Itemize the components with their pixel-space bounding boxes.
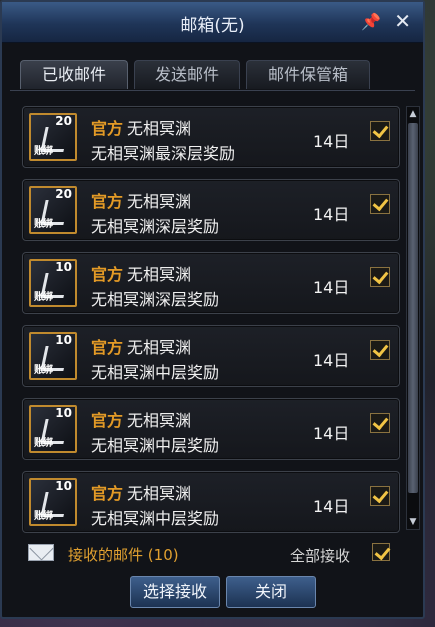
mail-sender: 官方 无相冥渊 <box>91 480 191 504</box>
mail-select-checkbox[interactable] <box>370 340 390 360</box>
reward-item-icon[interactable]: 10 账绑 <box>29 405 77 453</box>
received-count: (10) <box>147 546 179 564</box>
envelope-icon <box>28 544 54 561</box>
official-badge: 官方 <box>91 484 124 503</box>
select-receive-button[interactable]: 选择接收 <box>130 576 220 608</box>
tab-divider <box>10 90 415 91</box>
item-count: 10 <box>55 260 72 274</box>
account-bound-label: 账绑 <box>34 146 53 157</box>
mail-subject: 无相冥渊中层奖励 <box>91 436 220 455</box>
sender-name: 无相冥渊 <box>127 119 192 138</box>
item-count: 20 <box>55 114 72 128</box>
official-badge: 官方 <box>91 411 124 430</box>
reward-item-icon[interactable]: 10 账绑 <box>29 478 77 526</box>
received-label: 接收的邮件 <box>68 546 144 564</box>
tab-storage[interactable]: 邮件保管箱 <box>246 60 370 89</box>
accept-all-checkbox[interactable] <box>372 543 390 561</box>
sender-name: 无相冥渊 <box>127 338 192 357</box>
reward-item-icon[interactable]: 20 账绑 <box>29 186 77 234</box>
mail-sender: 官方 无相冥渊 <box>91 334 191 358</box>
mail-select-checkbox[interactable] <box>370 413 390 433</box>
mail-expiry: 14日 <box>313 424 350 443</box>
item-count: 10 <box>55 406 72 420</box>
mail-subject: 无相冥渊中层奖励 <box>91 363 220 382</box>
tab-received[interactable]: 已收邮件 <box>20 60 128 89</box>
item-count: 10 <box>55 333 72 347</box>
scroll-up-icon[interactable]: ▲ <box>407 108 419 120</box>
mail-subject: 无相冥渊深层奖励 <box>91 217 220 236</box>
mail-sender: 官方 无相冥渊 <box>91 188 191 212</box>
mail-subject: 无相冥渊最深层奖励 <box>91 144 236 163</box>
mail-item[interactable]: 10 账绑 官方 无相冥渊 无相冥渊中层奖励 14日 <box>22 398 400 460</box>
mail-expiry: 14日 <box>313 497 350 516</box>
official-badge: 官方 <box>91 338 124 357</box>
mailbox-window: 邮箱(无) 📌 ✕ 已收邮件 发送邮件 邮件保管箱 20 账绑 官方 无相冥渊 无… <box>0 0 425 619</box>
account-bound-label: 账绑 <box>34 511 53 522</box>
title-bar[interactable]: 邮箱(无) 📌 ✕ <box>2 2 423 43</box>
mail-expiry: 14日 <box>313 278 350 297</box>
account-bound-label: 账绑 <box>34 438 53 449</box>
mail-item[interactable]: 10 账绑 官方 无相冥渊 无相冥渊中层奖励 14日 <box>22 325 400 387</box>
account-bound-label: 账绑 <box>34 365 53 376</box>
scroll-thumb[interactable] <box>408 123 418 493</box>
received-mail-count: 接收的邮件 (10) <box>68 544 179 565</box>
mail-item[interactable]: 10 账绑 官方 无相冥渊 无相冥渊深层奖励 14日 <box>22 252 400 314</box>
sender-name: 无相冥渊 <box>127 484 192 503</box>
mail-sender: 官方 无相冥渊 <box>91 407 191 431</box>
mail-expiry: 14日 <box>313 351 350 370</box>
official-badge: 官方 <box>91 192 124 211</box>
mail-expiry: 14日 <box>313 205 350 224</box>
mail-select-checkbox[interactable] <box>370 486 390 506</box>
mail-subject: 无相冥渊中层奖励 <box>91 509 220 528</box>
accept-all-label: 全部接收 <box>290 547 351 565</box>
close-icon[interactable]: ✕ <box>394 9 411 33</box>
reward-item-icon[interactable]: 10 账绑 <box>29 332 77 380</box>
mail-select-checkbox[interactable] <box>370 194 390 214</box>
window-title: 邮箱(无) <box>180 16 245 36</box>
reward-item-icon[interactable]: 10 账绑 <box>29 259 77 307</box>
pin-icon[interactable]: 📌 <box>361 12 381 31</box>
mail-item[interactable]: 20 账绑 官方 无相冥渊 无相冥渊深层奖励 14日 <box>22 179 400 241</box>
official-badge: 官方 <box>91 265 124 284</box>
mail-subject: 无相冥渊深层奖励 <box>91 290 220 309</box>
mail-item[interactable]: 10 账绑 官方 无相冥渊 无相冥渊中层奖励 14日 <box>22 471 400 533</box>
mail-sender: 官方 无相冥渊 <box>91 115 191 139</box>
account-bound-label: 账绑 <box>34 292 53 303</box>
sender-name: 无相冥渊 <box>127 411 192 430</box>
item-count: 20 <box>55 187 72 201</box>
mail-expiry: 14日 <box>313 132 350 151</box>
account-bound-label: 账绑 <box>34 219 53 230</box>
tab-sent[interactable]: 发送邮件 <box>134 60 240 89</box>
mail-sender: 官方 无相冥渊 <box>91 261 191 285</box>
mail-item[interactable]: 20 账绑 官方 无相冥渊 无相冥渊最深层奖励 14日 <box>22 106 400 168</box>
mail-select-checkbox[interactable] <box>370 267 390 287</box>
mail-select-checkbox[interactable] <box>370 121 390 141</box>
official-badge: 官方 <box>91 119 124 138</box>
reward-item-icon[interactable]: 20 账绑 <box>29 113 77 161</box>
item-count: 10 <box>55 479 72 493</box>
mail-list-scrollbar[interactable]: ▲ ▼ <box>406 106 420 530</box>
sender-name: 无相冥渊 <box>127 265 192 284</box>
sender-name: 无相冥渊 <box>127 192 192 211</box>
close-button[interactable]: 关闭 <box>226 576 316 608</box>
scroll-down-icon[interactable]: ▼ <box>407 516 419 528</box>
